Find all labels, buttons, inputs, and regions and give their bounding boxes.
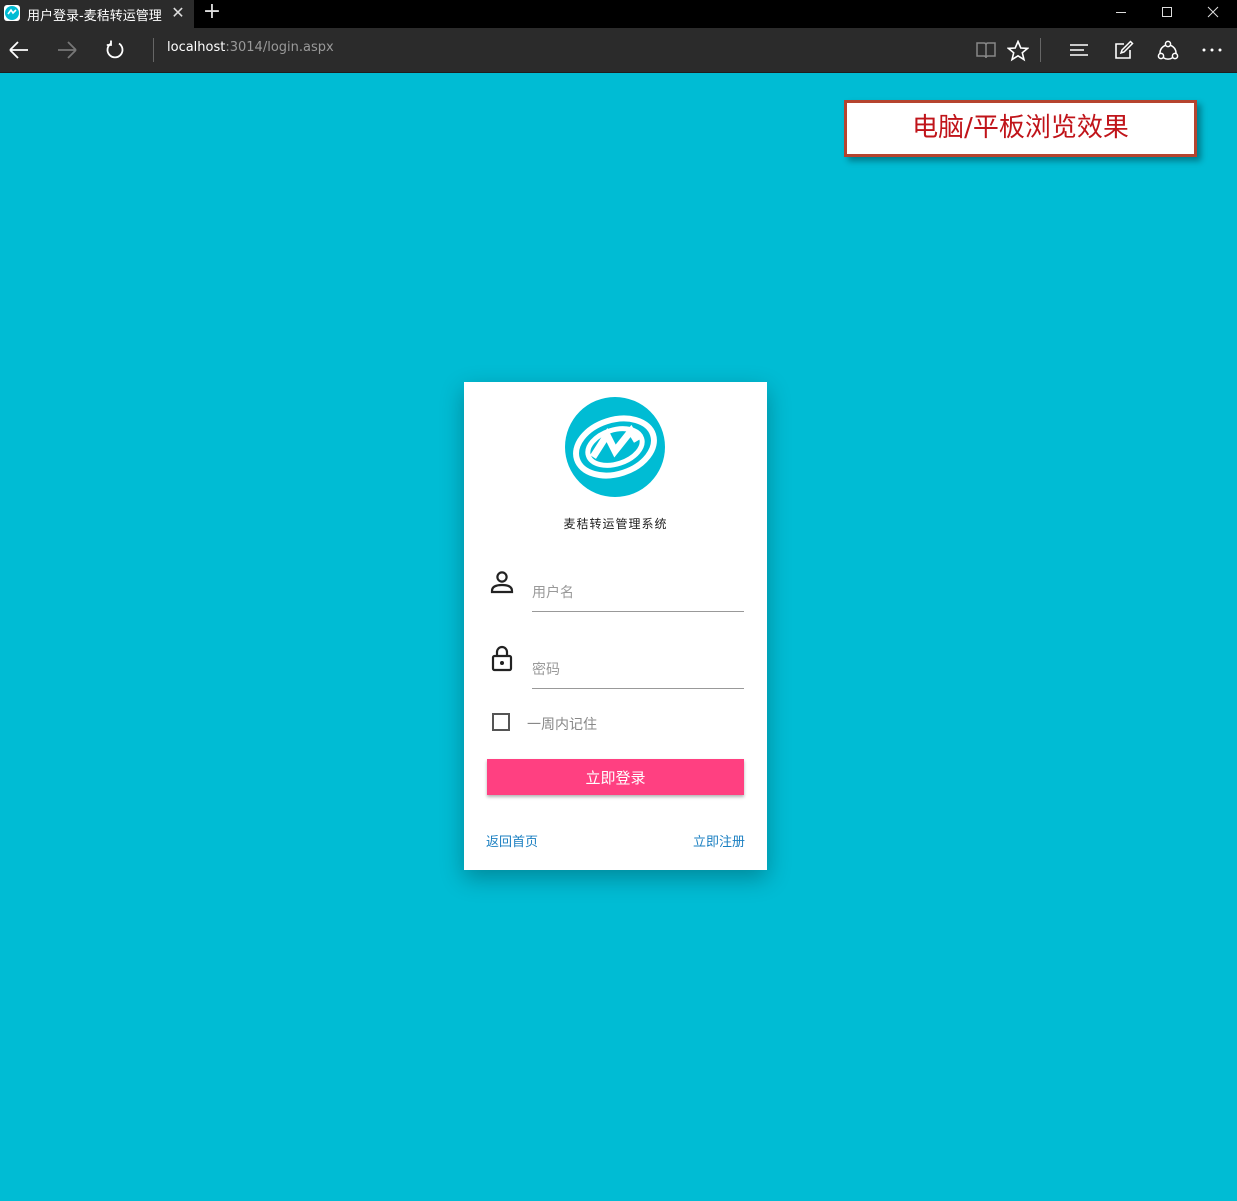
favorite-star-icon[interactable] xyxy=(1002,34,1034,66)
hub-icon[interactable] xyxy=(1063,34,1095,66)
tab-title: 用户登录-麦秸转运管理 xyxy=(27,9,162,24)
address-path: :3014/login.aspx xyxy=(225,40,334,55)
toolbar-divider xyxy=(1040,38,1041,62)
reading-view-icon[interactable] xyxy=(970,34,1002,66)
login-button[interactable]: 立即登录 xyxy=(487,759,744,795)
login-card: 麦秸转运管理系统 一周内记住 立即登录 返回首页 立即注册 xyxy=(464,382,767,870)
address-divider xyxy=(153,38,154,62)
remember-checkbox[interactable] xyxy=(492,713,510,731)
maximize-button[interactable] xyxy=(1144,0,1190,26)
title-bar: 用户登录-麦秸转运管理 ✕ + xyxy=(0,0,1237,28)
register-link[interactable]: 立即注册 xyxy=(693,831,745,850)
address-host: localhost xyxy=(167,40,226,55)
back-icon[interactable] xyxy=(3,34,35,66)
app-name: 麦秸转运管理系统 xyxy=(563,517,668,531)
password-input[interactable] xyxy=(532,652,744,689)
browser-tab[interactable]: 用户登录-麦秸转运管理 ✕ xyxy=(0,0,194,28)
home-link[interactable]: 返回首页 xyxy=(486,831,538,850)
web-note-icon[interactable] xyxy=(1108,34,1140,66)
navigation-bar: localhost:3014/login.aspx xyxy=(0,28,1237,73)
remember-label: 一周内记住 xyxy=(527,717,597,733)
minimize-button[interactable] xyxy=(1098,0,1144,26)
close-window-button[interactable] xyxy=(1190,0,1236,26)
address-bar[interactable]: localhost:3014/login.aspx xyxy=(167,40,334,55)
user-icon xyxy=(488,569,516,597)
more-icon[interactable] xyxy=(1196,34,1228,66)
site-favicon-icon xyxy=(4,5,20,21)
refresh-icon[interactable] xyxy=(99,34,131,66)
username-input[interactable] xyxy=(532,575,744,612)
company-logo xyxy=(565,397,665,497)
share-icon[interactable] xyxy=(1152,34,1184,66)
lock-icon xyxy=(488,644,516,672)
view-mode-label: 电脑/平板浏览效果 xyxy=(844,100,1197,157)
tab-close-icon[interactable]: ✕ xyxy=(168,2,188,24)
new-tab-button[interactable]: + xyxy=(200,0,224,26)
forward-icon[interactable] xyxy=(51,34,83,66)
